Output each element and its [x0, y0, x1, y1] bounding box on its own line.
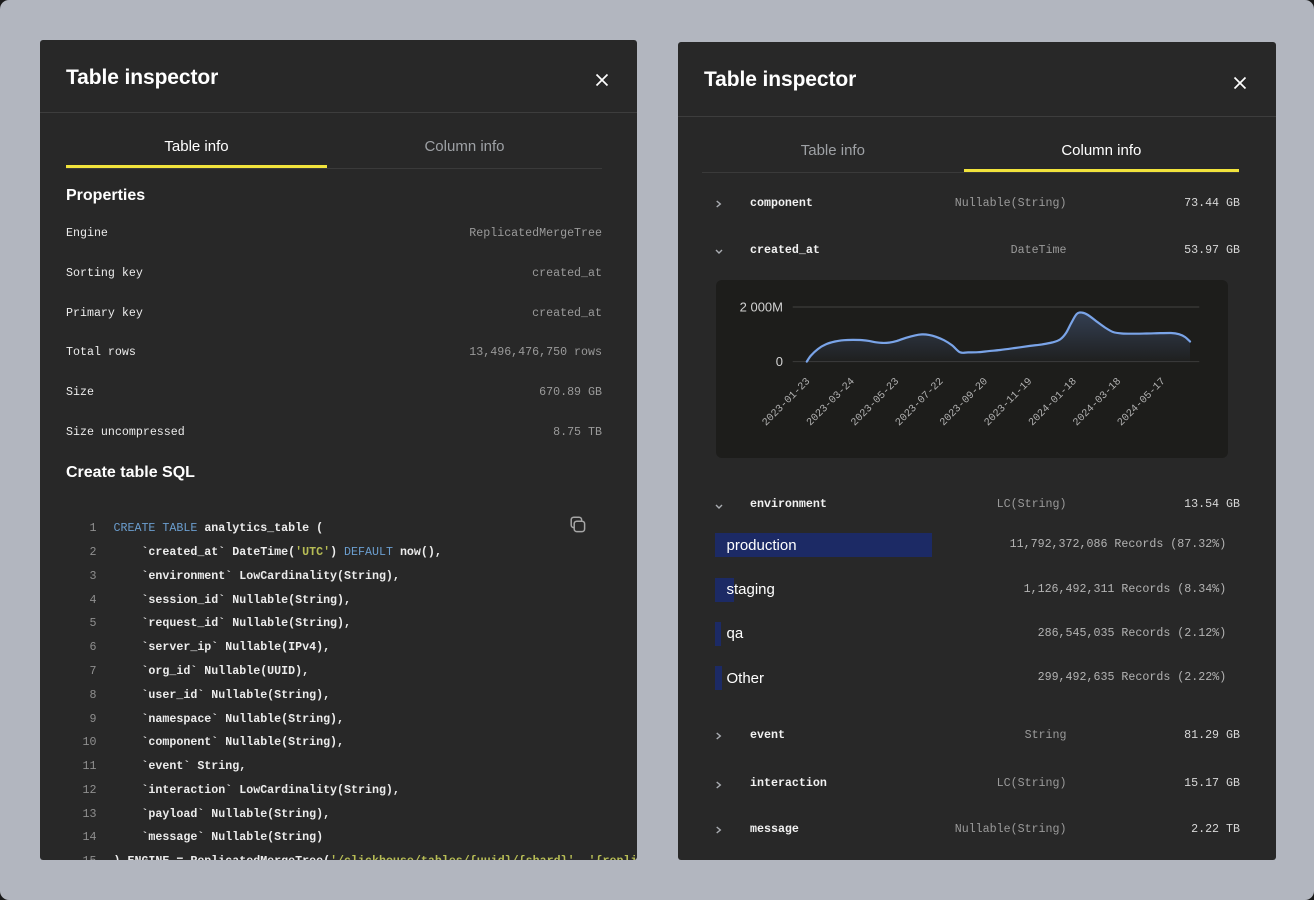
svg-text:2 000M: 2 000M: [740, 300, 783, 315]
svg-text:0: 0: [776, 354, 783, 369]
